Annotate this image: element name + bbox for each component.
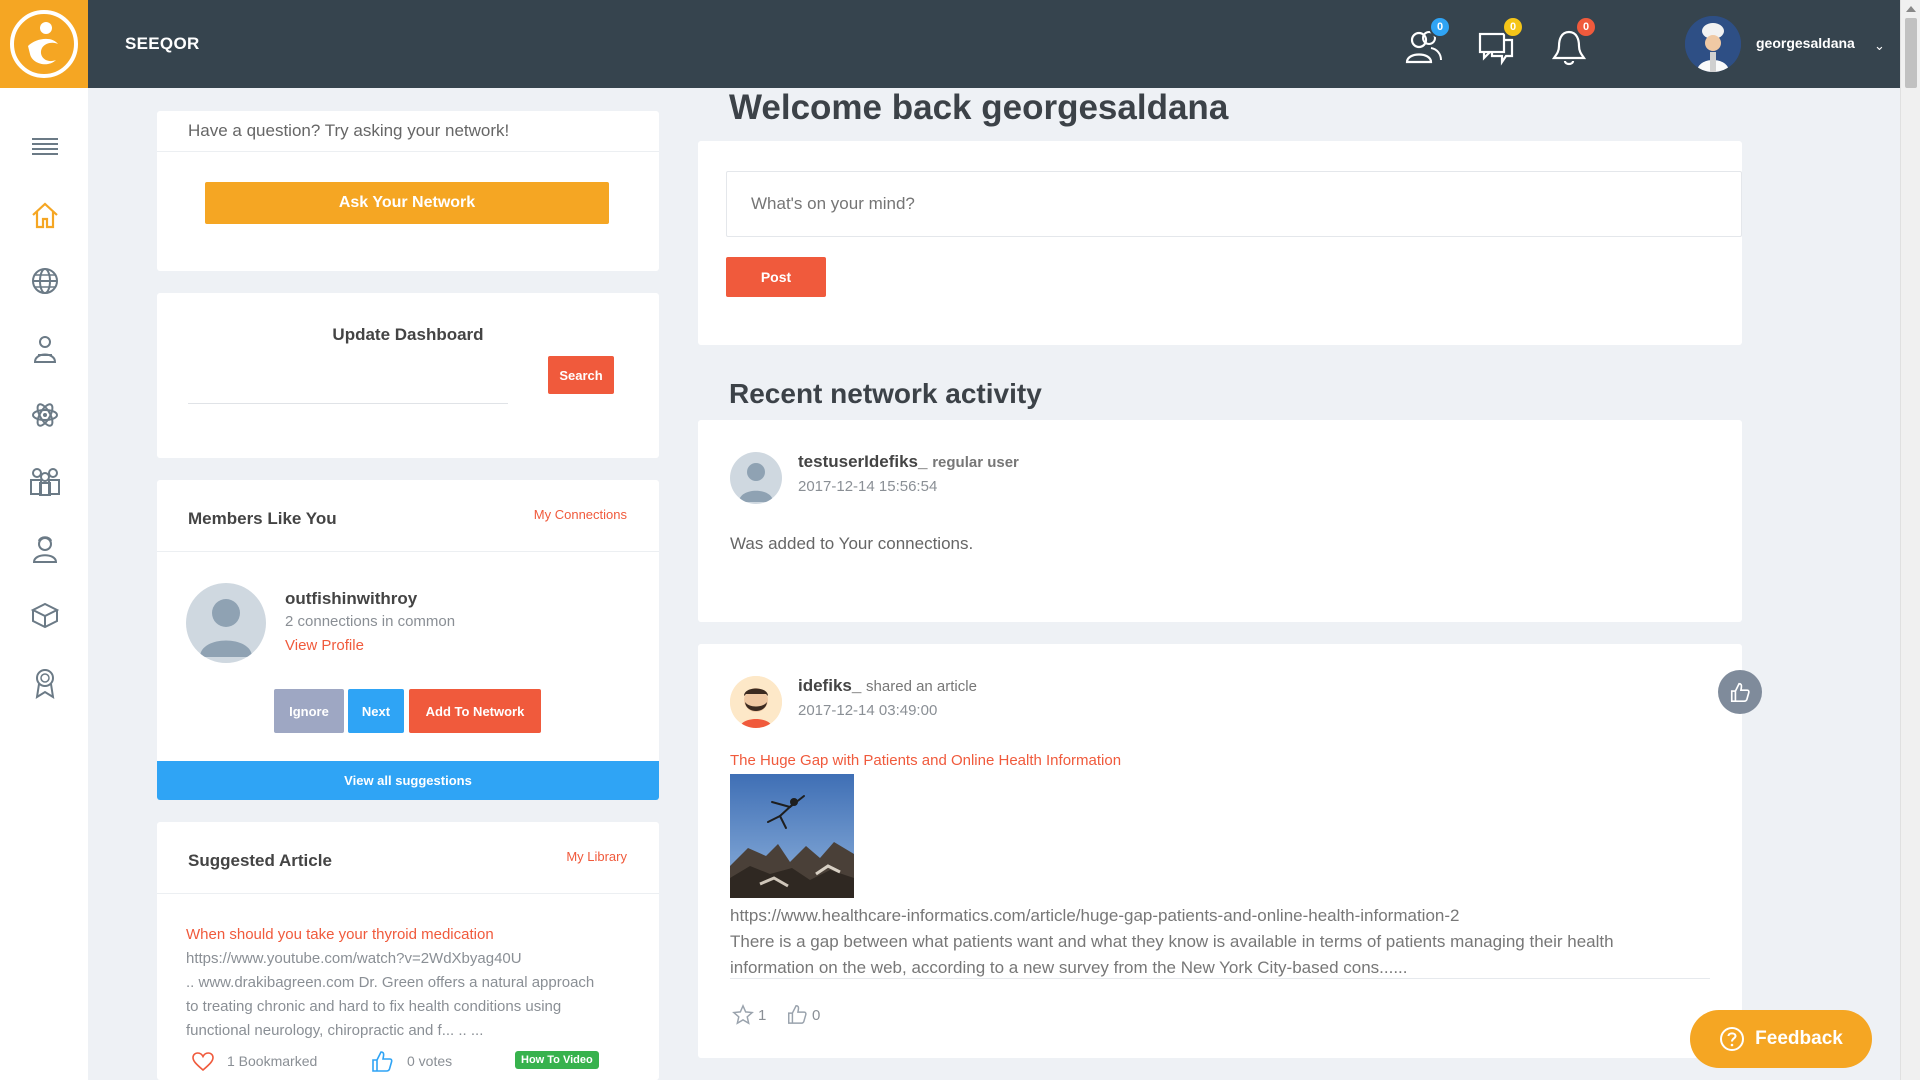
activity-timestamp: 2017-12-14 15:56:54 [798,478,938,495]
group-icon[interactable] [28,464,62,498]
post-composer-card: Post [698,141,1742,345]
suggested-article-desc: .. www.drakibagreen.com Dr. Green offers… [186,974,595,991]
video-tag-badge: How To Video [515,1051,599,1069]
seeqor-logo[interactable] [0,0,88,88]
my-library-link[interactable]: My Library [566,849,627,864]
activity-action: shared an article [866,678,977,695]
thumbs-up-icon[interactable] [370,1049,394,1078]
page-scrollbar[interactable] [1900,0,1920,1080]
connections-button[interactable]: 0 [1401,16,1451,68]
suggested-article-desc: functional neurology, chiropractic and f… [186,1022,484,1039]
brand-name[interactable]: SEEQOR [125,34,200,54]
logo-icon [10,10,78,78]
atom-icon[interactable] [28,398,62,432]
post-input[interactable] [726,171,1742,237]
like-button[interactable] [1718,670,1762,714]
messages-badge: 0 [1502,16,1524,38]
user-placeholder-icon [739,463,773,502]
like-count: 0 [812,1007,821,1024]
update-dashboard-card: Update Dashboard Search [157,293,659,458]
my-connections-link[interactable]: My Connections [534,507,627,522]
activity-avatar[interactable] [730,676,782,728]
bearded-man-avatar-icon [730,676,782,728]
chef-avatar-icon [1685,16,1741,72]
shared-article-link[interactable]: The Huge Gap with Patients and Online He… [730,752,1121,769]
thumbs-up-icon[interactable] [786,1003,808,1030]
ignore-button[interactable]: Ignore [274,689,344,733]
heart-icon[interactable] [192,1052,214,1077]
notifications-badge: 0 [1575,16,1597,38]
shared-article-desc: There is a gap between what patients wan… [730,932,1614,951]
activity-user-name[interactable]: testuserIdefiks_ [798,452,927,471]
search-input-underline [188,403,508,404]
activity-user-role: regular user [932,454,1019,471]
post-button[interactable]: Post [726,257,826,297]
activity-header: testuserIdefiks_ regular user [798,452,1019,472]
members-title: Members Like You [188,509,337,528]
member-avatar[interactable] [186,583,266,663]
divider [157,893,659,894]
star-count: 1 [758,1007,767,1024]
dashboard-search-button[interactable]: Search [548,356,614,394]
ask-prompt: Have a question? Try asking your network… [188,121,510,140]
page-title: Welcome back georgesaldana [729,88,1229,127]
article-thumbnail[interactable] [730,774,854,898]
view-profile-link[interactable]: View Profile [285,637,364,654]
update-dashboard-title: Update Dashboard [332,325,484,344]
user-avatar[interactable] [1685,16,1741,72]
votes-count: 0 votes [407,1053,453,1069]
suggested-article-card: Suggested Article My Library When should… [157,822,659,1080]
recent-activity-title: Recent network activity [729,378,1042,409]
scroll-up-icon[interactable] [1906,6,1916,12]
dashboard-search-input[interactable] [188,369,508,401]
left-sidebar [0,88,88,1080]
cliff-jumper-image [730,774,854,898]
add-to-network-button[interactable]: Add To Network [409,689,541,733]
user-placeholder-icon [200,599,252,657]
activity-text: Was added to Your connections. [730,534,974,553]
view-all-suggestions-button[interactable]: View all suggestions [157,761,659,800]
suggested-article-link[interactable]: When should you take your thyroid medica… [186,926,494,943]
thumbs-up-icon [1730,682,1750,702]
activity-item: testuserIdefiks_ regular user 2017-12-14… [698,420,1742,622]
activity-avatar[interactable] [730,452,782,504]
member-name[interactable]: outfishinwithroy [285,589,417,609]
suggested-article-desc: to treating chronic and hard to fix heal… [186,998,562,1015]
ask-network-card: Have a question? Try asking your network… [157,111,659,271]
menu-icon[interactable] [28,130,62,164]
globe-icon[interactable] [28,264,62,298]
award-icon[interactable] [28,666,62,700]
nurse-icon[interactable] [28,532,62,566]
divider [730,978,1710,979]
feedback-button[interactable]: Feedback [1690,1010,1872,1068]
next-button[interactable]: Next [348,689,404,733]
activity-item: idefiks_ shared an article 2017-12-14 03… [698,644,1762,1058]
suggested-article-url: https://www.youtube.com/watch?v=2WdXbyag… [186,950,522,967]
ask-network-button[interactable]: Ask Your Network [205,182,609,224]
connections-badge: 0 [1429,16,1451,38]
activity-timestamp: 2017-12-14 03:49:00 [798,702,938,719]
messages-button[interactable]: 0 [1474,16,1524,68]
notifications-button[interactable]: 0 [1547,16,1597,68]
activity-user-name[interactable]: idefiks_ [798,676,861,695]
suggested-title: Suggested Article [188,851,332,870]
star-icon[interactable] [732,1004,754,1031]
top-bar: SEEQOR 0 0 0 georgesaldana ⌄ [0,0,1900,88]
scroll-thumb[interactable] [1905,18,1917,88]
activity-header: idefiks_ shared an article [798,676,977,696]
username[interactable]: georgesaldana [1756,35,1855,51]
bookmarked-count: 1 Bookmarked [227,1053,318,1069]
divider [157,151,659,152]
divider [157,551,659,552]
shared-article-desc: information on the web, according to a n… [730,958,1408,977]
home-icon[interactable] [28,198,62,232]
members-like-you-card: Members Like You My Connections outfishi… [157,480,659,800]
member-common-connections: 2 connections in common [285,613,456,630]
chevron-down-icon[interactable]: ⌄ [1874,38,1885,54]
help-icon [1720,1027,1745,1051]
shared-article-url: https://www.healthcare-informatics.com/a… [730,906,1460,925]
doctor-icon[interactable] [28,332,62,366]
box-icon[interactable] [28,598,62,632]
feedback-label: Feedback [1755,1028,1843,1049]
